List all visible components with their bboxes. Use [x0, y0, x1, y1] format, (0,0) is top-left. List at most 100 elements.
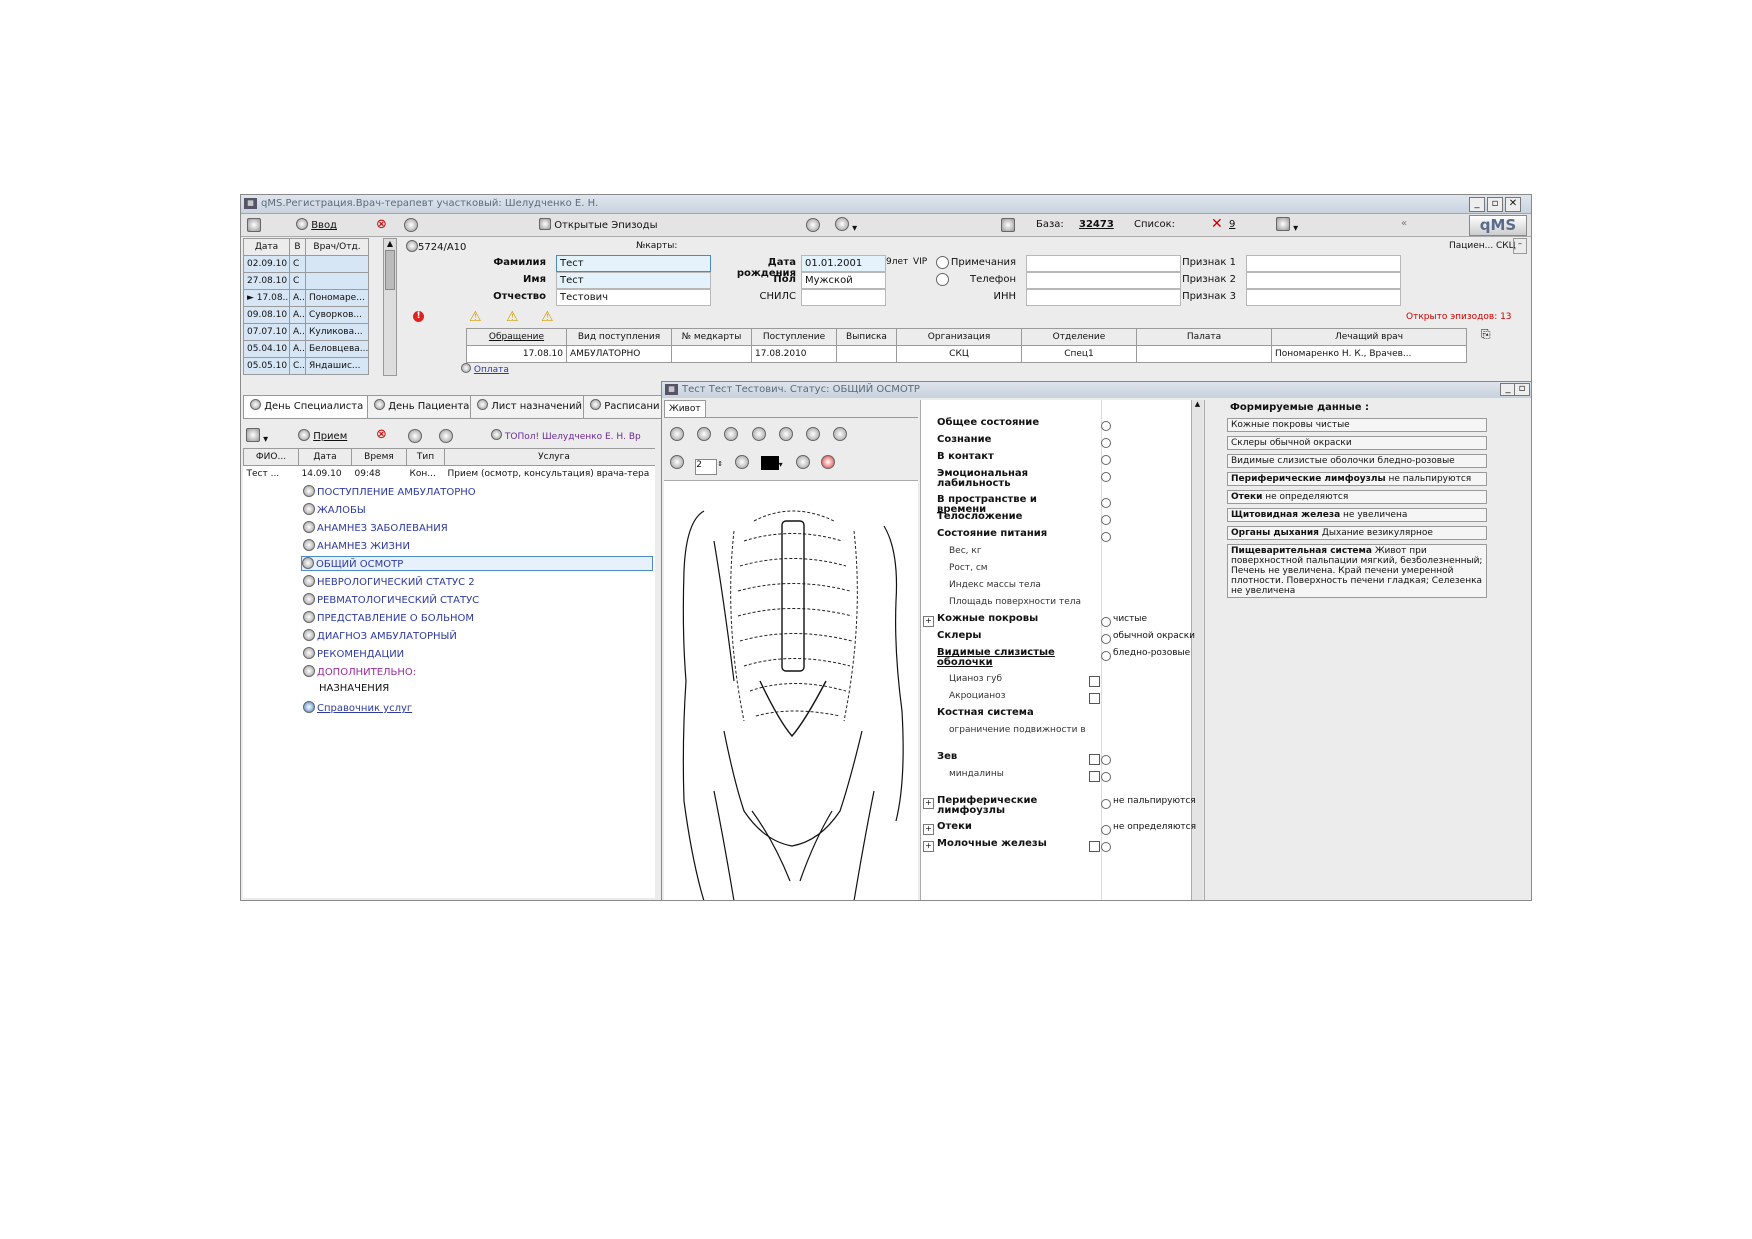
column-header[interactable]: Услуга — [444, 448, 655, 466]
exam-row[interactable]: Периферические лимфоузлы + не пальпируются — [921, 796, 1203, 822]
exam-row[interactable]: Площадь поверхности тела — [921, 597, 1203, 614]
tab-prescriptions[interactable]: Лист назначений — [470, 395, 589, 419]
tree-item[interactable]: РЕВМАТОЛОГИЧЕСКИЙ СТАТУС — [303, 593, 479, 606]
table-row[interactable]: 07.07.10А...Куликова... — [243, 323, 369, 341]
warning-icon[interactable]: ⚠ — [506, 309, 519, 325]
exam-radio[interactable] — [1101, 799, 1111, 809]
tree-item[interactable]: Справочник услуг — [303, 701, 412, 714]
formed-data-item[interactable]: Склеры обычной окраски — [1227, 436, 1487, 450]
expand-icon[interactable]: + — [923, 824, 934, 835]
pol-field[interactable]: Мужской — [801, 272, 886, 289]
image-tab[interactable]: Живот — [664, 400, 706, 418]
expand-icon[interactable]: + — [923, 841, 934, 852]
settings-dropdown[interactable]: ▾ — [1276, 217, 1298, 234]
pen-tool-icon[interactable] — [697, 427, 712, 441]
tree-item[interactable]: ДИАГНОЗ АМБУЛАТОРНЫЙ — [303, 629, 457, 642]
column-header[interactable]: Тип — [406, 448, 445, 466]
dob-field[interactable]: 01.01.2001 — [801, 255, 886, 272]
pen-size-spinner[interactable]: ⇕ — [717, 460, 724, 468]
exam-radio[interactable] — [1101, 842, 1111, 852]
column-header[interactable]: Выписка — [836, 328, 897, 346]
maximize-button[interactable]: ▫ — [1487, 197, 1503, 212]
alert-icon[interactable]: ! — [413, 311, 424, 322]
exam-checkbox[interactable] — [1089, 693, 1100, 704]
scroll-up-icon[interactable]: ▲ — [384, 239, 396, 248]
warning-icon[interactable]: ⚠ — [469, 309, 482, 325]
tab-specialist-day[interactable]: День Специалиста — [243, 395, 371, 419]
tab-schedule[interactable]: Расписани — [583, 395, 667, 419]
exam-radio[interactable] — [1101, 617, 1111, 627]
collapse-icon[interactable]: « — [1401, 218, 1407, 229]
rect-tool-icon[interactable] — [751, 427, 766, 441]
exam-row[interactable]: Общее состояние — [921, 418, 1203, 435]
column-header[interactable]: Дата — [298, 448, 352, 466]
p3-field[interactable] — [1246, 289, 1401, 306]
column-header[interactable]: Время — [351, 448, 407, 466]
exam-radio[interactable] — [1101, 651, 1111, 661]
exam-radio[interactable] — [1101, 772, 1111, 782]
database-icon[interactable] — [1001, 218, 1015, 232]
column-header[interactable]: Лечащий врач — [1271, 328, 1467, 346]
exam-row[interactable]: Молочные железы + — [921, 839, 1203, 856]
column-header[interactable]: ФИО... — [243, 448, 299, 466]
exam-row[interactable]: В пространстве и времени — [921, 495, 1203, 515]
exam-radio[interactable] — [1101, 472, 1111, 482]
tree-item-selected[interactable]: ОБЩИЙ ОСМОТР — [301, 556, 653, 571]
refresh-icon[interactable] — [404, 218, 418, 232]
exam-radio[interactable] — [1101, 438, 1111, 448]
imya-field[interactable]: Тест — [556, 272, 711, 289]
formed-data-item[interactable]: Пищеварительная система Живот при поверх… — [1227, 544, 1487, 598]
clock-icon[interactable] — [439, 429, 453, 443]
exam-row[interactable]: Вес, кг — [921, 546, 1203, 563]
table-row[interactable]: ► 17.08...А...Пономаре... — [243, 289, 369, 307]
exam-radio[interactable] — [1101, 532, 1111, 542]
column-header[interactable]: Обращение — [466, 328, 567, 346]
clock-dropdown[interactable]: ▾ — [835, 217, 857, 234]
exam-row[interactable]: Сознание — [921, 435, 1203, 452]
table-row[interactable]: 09.08.10А...Суворков... — [243, 306, 369, 324]
exam-row[interactable]: Цианоз губ — [921, 674, 1203, 691]
pen-size-input[interactable]: 2 — [695, 459, 718, 475]
expand-icon[interactable]: – — [1513, 238, 1527, 254]
exam-row[interactable]: Состояние питания — [921, 529, 1203, 546]
exam-row[interactable]: Зев — [921, 752, 1203, 769]
cancel-icon[interactable]: ⊗ — [376, 427, 387, 442]
column-header[interactable]: Дата — [243, 238, 290, 256]
otchestvo-field[interactable]: Тестович — [556, 289, 711, 306]
scroll-up-icon[interactable]: ▲ — [1192, 400, 1203, 408]
expand-icon[interactable]: + — [923, 616, 934, 627]
text-tool-icon[interactable] — [805, 427, 820, 441]
exam-row[interactable]: Склеры обычной окраски — [921, 631, 1203, 648]
eraser-tool-icon[interactable] — [833, 427, 848, 441]
exam-row[interactable]: ограничение подвижности в — [921, 725, 1203, 742]
clear-drawing-icon[interactable] — [820, 455, 835, 469]
ellipse-tool-icon[interactable] — [778, 427, 793, 441]
formed-data-item[interactable]: Периферические лимфоузлы не пальпируются — [1227, 472, 1487, 486]
exam-row[interactable]: Эмоциональная лабильность — [921, 469, 1203, 495]
exam-row[interactable]: Видимые слизистые оболочки бледно-розовые — [921, 648, 1203, 674]
exam-maximize-button[interactable]: ▫ — [1514, 383, 1530, 396]
table-row[interactable]: 27.08.10 С — [243, 272, 369, 290]
column-header[interactable]: В — [289, 238, 306, 256]
open-episodes-button[interactable]: Открытые Эпизоды — [539, 218, 657, 231]
globe-icon[interactable] — [806, 218, 820, 232]
formed-data-item[interactable]: Видимые слизистые оболочки бледно-розовы… — [1227, 454, 1487, 468]
exam-radio[interactable] — [1101, 515, 1111, 525]
exam-row[interactable]: В контакт — [921, 452, 1203, 469]
column-header[interactable]: Вид поступления — [566, 328, 672, 346]
warning-icon[interactable]: ⚠ — [541, 309, 554, 325]
p2-field[interactable] — [1246, 272, 1401, 289]
formed-data-item[interactable]: Щитовидная железа не увеличена — [1227, 508, 1487, 522]
table-row[interactable]: Тест ... 14.09.10 09:48 Кон... Прием (ос… — [244, 466, 656, 483]
exam-checkbox[interactable] — [1089, 676, 1100, 687]
exam-radio[interactable] — [1101, 421, 1111, 431]
formed-data-item[interactable]: Кожные покровы чистые — [1227, 418, 1487, 432]
table-row[interactable]: 05.04.10А...Беловцева... — [243, 340, 369, 358]
tree-item[interactable]: НЕВРОЛОГИЧЕСКИЙ СТАТУС 2 — [303, 575, 475, 588]
exam-row[interactable]: Рост, см — [921, 563, 1203, 580]
tree-item[interactable]: ДОПОЛНИТЕЛЬНО: — [303, 665, 416, 678]
visits-scrollbar[interactable]: ▲ — [383, 238, 397, 376]
exam-radio[interactable] — [1101, 455, 1111, 465]
baza-value[interactable]: 32473 — [1079, 219, 1114, 230]
tree-item[interactable]: ЖАЛОБЫ — [303, 503, 366, 516]
